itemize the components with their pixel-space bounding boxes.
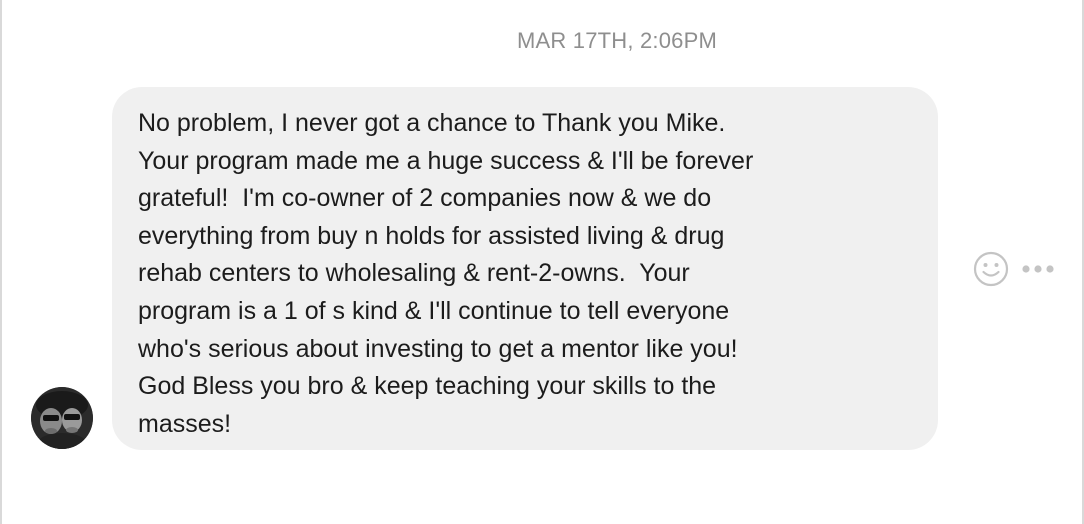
message-text: No problem, I never got a chance to Than…	[138, 109, 754, 438]
more-options-button[interactable]	[1020, 263, 1056, 275]
message-bubble[interactable]: No problem, I never got a chance to Than…	[112, 87, 938, 450]
smiley-face-icon	[973, 251, 1009, 287]
conversation-panel: MAR 17TH, 2:06PM No problem, I never got…	[0, 0, 1084, 524]
react-button[interactable]	[972, 250, 1010, 288]
message-timestamp: MAR 17TH, 2:06PM	[516, 28, 718, 53]
sender-avatar[interactable]	[31, 387, 93, 449]
more-horizontal-icon	[1022, 265, 1054, 273]
avatar-photo-icon	[31, 387, 93, 449]
message-actions	[972, 250, 1056, 288]
